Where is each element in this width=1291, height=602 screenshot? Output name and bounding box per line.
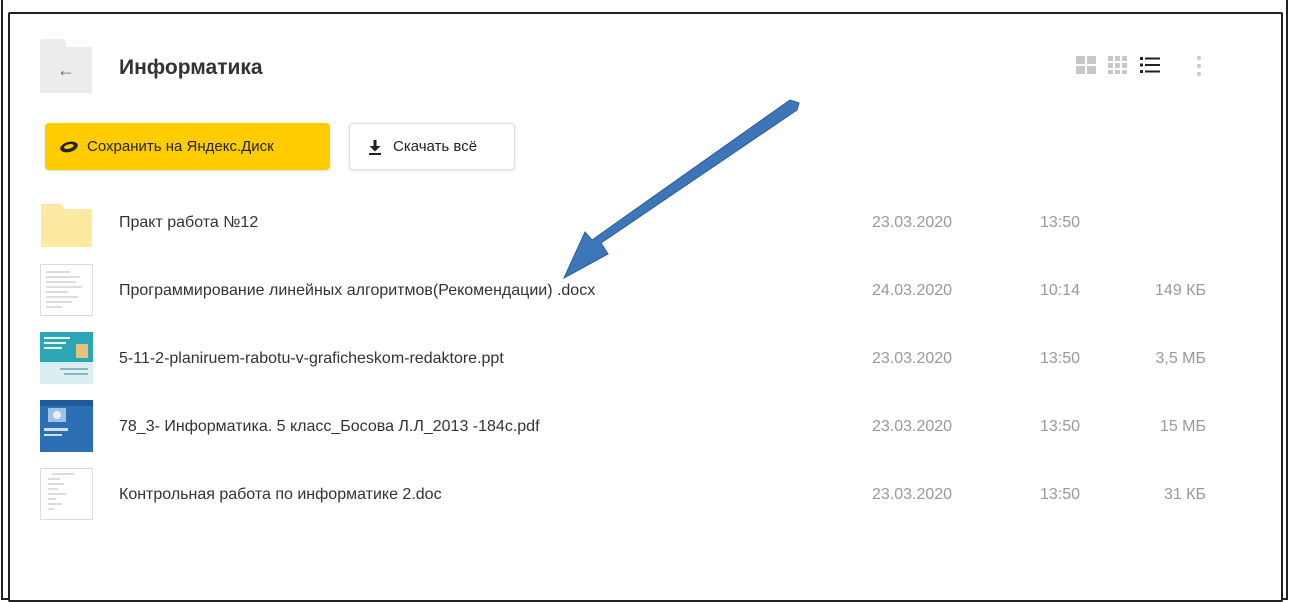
download-icon xyxy=(369,139,381,155)
file-row-doc[interactable]: Контрольная работа по информатике 2.doc … xyxy=(40,466,1240,524)
file-name: Практ работа №12 xyxy=(119,214,259,231)
view-mode-switcher xyxy=(1075,55,1161,75)
file-row-docx[interactable]: Программирование линейных алгоритмов(Рек… xyxy=(40,262,1240,320)
back-arrow-icon: ← xyxy=(57,59,75,80)
small-tiles-view-icon[interactable] xyxy=(1107,55,1129,75)
file-time: 13:50 xyxy=(1040,214,1081,231)
back-button[interactable]: ← xyxy=(40,39,92,93)
large-tiles-view-icon[interactable] xyxy=(1075,55,1097,75)
file-row-folder[interactable]: Практ работа №12 23.03.2020 13:50 xyxy=(40,194,1240,252)
more-options-icon[interactable] xyxy=(1192,55,1206,77)
file-date: 23.03.2020 xyxy=(872,214,953,231)
download-all-button[interactable]: Скачать всё xyxy=(349,123,515,170)
yandex-disk-icon xyxy=(60,141,78,152)
file-name: 5-11-2-planiruem-rabotu-v-graficheskom-r… xyxy=(119,350,504,367)
save-button-label: Сохранить на Яндекс.Диск xyxy=(87,138,274,155)
file-row-pdf[interactable]: 78_3- Информатика. 5 класс_Босова Л.Л_20… xyxy=(40,398,1240,456)
file-time: 13:50 xyxy=(1040,350,1081,367)
folder-icon xyxy=(41,204,92,247)
file-size: 149 КБ xyxy=(1155,282,1206,299)
docx-preview-icon xyxy=(40,264,93,316)
file-size: 15 МБ xyxy=(1159,418,1206,435)
page-title: Информатика xyxy=(119,56,263,79)
file-date: 23.03.2020 xyxy=(872,418,953,435)
file-time: 10:14 xyxy=(1040,282,1081,299)
ppt-preview-icon xyxy=(40,332,93,384)
file-time: 13:50 xyxy=(1040,418,1081,435)
save-to-yandex-disk-button[interactable]: Сохранить на Яндекс.Диск xyxy=(45,123,330,170)
file-name: Программирование линейных алгоритмов(Рек… xyxy=(119,282,596,299)
download-button-label: Скачать всё xyxy=(393,138,478,155)
file-date: 23.03.2020 xyxy=(872,350,953,367)
file-date: 24.03.2020 xyxy=(872,282,953,299)
file-time: 13:50 xyxy=(1040,486,1081,503)
pdf-preview-icon xyxy=(40,400,93,452)
file-row-ppt[interactable]: 5-11-2-planiruem-rabotu-v-graficheskom-r… xyxy=(40,330,1240,388)
list-view-icon[interactable] xyxy=(1139,55,1161,75)
file-name: 78_3- Информатика. 5 класс_Босова Л.Л_20… xyxy=(119,418,540,435)
doc-preview-icon xyxy=(40,468,93,520)
file-size: 3,5 МБ xyxy=(1155,350,1206,367)
file-name: Контрольная работа по информатике 2.doc xyxy=(119,486,442,503)
file-size: 31 КБ xyxy=(1163,486,1206,503)
file-date: 23.03.2020 xyxy=(872,486,953,503)
